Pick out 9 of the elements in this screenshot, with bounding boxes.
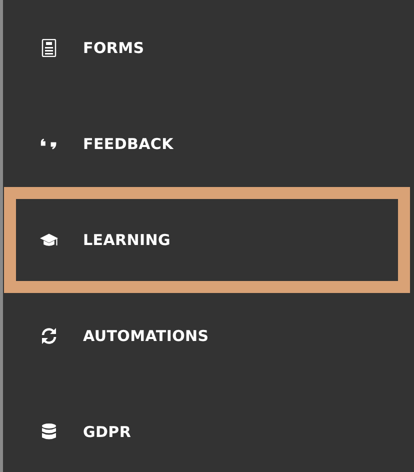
sidebar-item[interactable]: GDPR [9, 384, 405, 472]
database-icon [40, 423, 58, 441]
sidebar-item[interactable]: LEARNING [9, 192, 405, 288]
refresh-icon [40, 327, 58, 345]
sidebar-item[interactable]: FEEDBACK [9, 96, 405, 192]
sidebar-item[interactable]: FORMS [9, 0, 405, 96]
graduation-cap-icon [40, 231, 58, 249]
sidebar-item[interactable]: AUTOMATIONS [9, 288, 405, 384]
document-icon [40, 39, 58, 57]
